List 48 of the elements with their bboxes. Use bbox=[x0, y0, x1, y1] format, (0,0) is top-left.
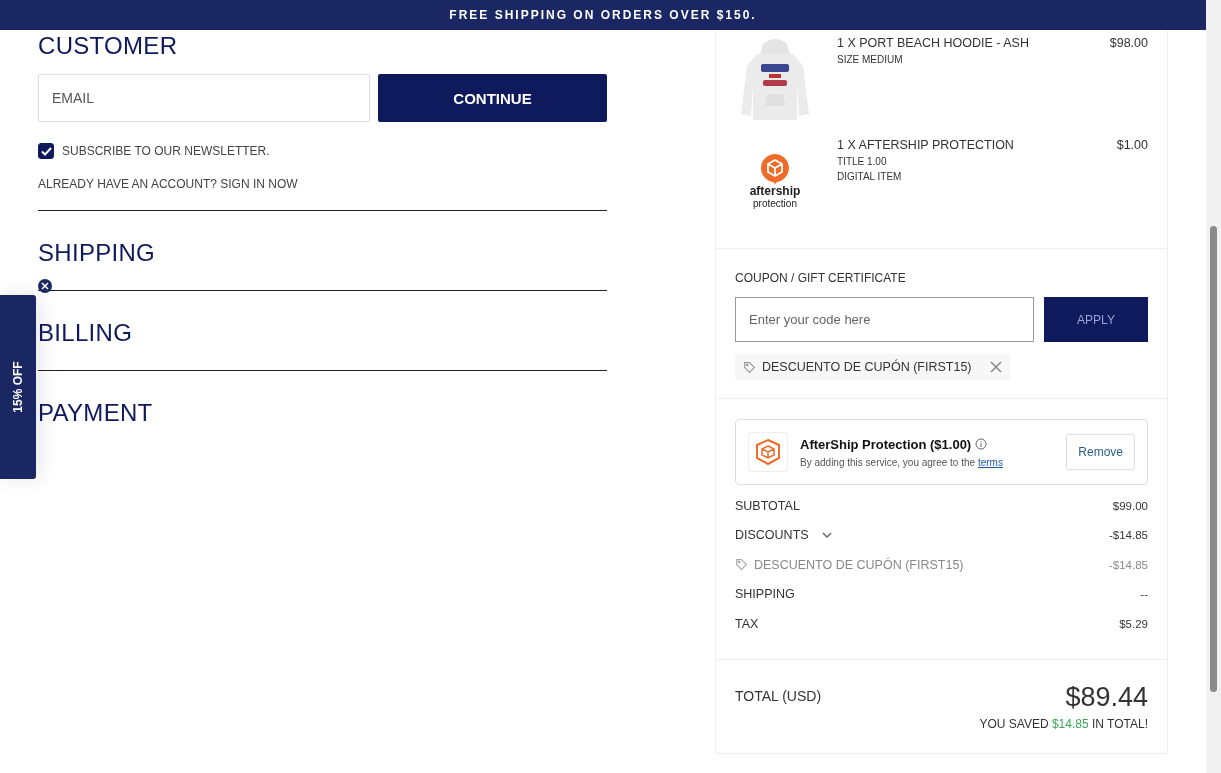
total-label: TOTAL (USD) bbox=[735, 687, 822, 706]
continue-button[interactable]: CONTINUE bbox=[378, 74, 607, 122]
shield-box-icon bbox=[748, 432, 788, 472]
logo-text: aftership bbox=[749, 184, 801, 199]
summary-value: $5.29 bbox=[1119, 617, 1148, 630]
coupon-label: COUPON / GIFT CERTIFICATE bbox=[735, 271, 907, 285]
announcement-banner: FREE SHIPPING ON ORDERS OVER $150. bbox=[0, 0, 1206, 30]
tag-icon bbox=[735, 558, 748, 572]
section-heading: CUSTOMER bbox=[38, 32, 179, 60]
checkbox[interactable] bbox=[38, 143, 54, 159]
summary-label: DISCOUNTS bbox=[735, 528, 809, 543]
discount-tab[interactable]: 15% OFF bbox=[0, 295, 36, 479]
item-price: $98.00 bbox=[1109, 36, 1148, 52]
total-amount: $89.44 bbox=[1065, 681, 1148, 713]
checkbox-label: SUBSCRIBE TO OUR NEWSLETTER. bbox=[62, 144, 270, 158]
email-field[interactable]: EMAIL bbox=[38, 74, 370, 122]
summary-value: $99.00 bbox=[1112, 499, 1148, 512]
summary-value: -$14.85 bbox=[1109, 529, 1148, 542]
section-heading: PAYMENT bbox=[38, 399, 154, 427]
aftership-logo-icon bbox=[760, 152, 790, 185]
coupon-field[interactable]: Enter your code here bbox=[735, 297, 1034, 342]
apply-button[interactable]: APPLY bbox=[1044, 297, 1148, 342]
summary-label: TAX bbox=[735, 616, 759, 631]
summary-value: -- bbox=[1140, 588, 1148, 601]
coupon-name: DESCUENTO DE CUPÓN (FIRST15) bbox=[762, 360, 972, 374]
section-heading: BILLING bbox=[38, 319, 134, 347]
protection-note: By adding this service, you agree to the terms bbox=[800, 456, 1004, 468]
info-icon[interactable] bbox=[975, 438, 988, 450]
scrollbar-thumb[interactable] bbox=[1210, 226, 1217, 692]
item-detail: DIGITAL ITEM bbox=[837, 171, 903, 182]
item-detail: TITLE 1.00 bbox=[837, 156, 888, 167]
savings-note: YOU SAVED $14.85 IN TOTAL! bbox=[979, 716, 1148, 731]
summary-label: DESCUENTO DE CUPÓN (FIRST15) bbox=[754, 557, 964, 572]
sign-in-link[interactable]: ALREADY HAVE AN ACCOUNT? SIGN IN NOW bbox=[38, 177, 607, 191]
close-icon[interactable] bbox=[38, 279, 52, 293]
summary-value: -$14.85 bbox=[1109, 558, 1148, 571]
item-price: $1.00 bbox=[1116, 138, 1148, 154]
item-title: 1 X AFTERSHIP PROTECTION bbox=[837, 138, 1015, 152]
summary-label: SHIPPING bbox=[735, 587, 795, 602]
summary-label: SUBTOTAL bbox=[735, 498, 800, 513]
terms-link[interactable]: terms bbox=[977, 456, 1003, 468]
logo-subtext: protection bbox=[753, 198, 797, 210]
tag-icon bbox=[743, 360, 756, 374]
section-heading: SHIPPING bbox=[38, 239, 157, 267]
protection-title: AfterShip Protection ($1.00) bbox=[800, 436, 972, 452]
item-detail: SIZE MEDIUM bbox=[837, 54, 904, 65]
item-title: 1 X PORT BEACH HOODIE - ASH bbox=[837, 36, 1030, 50]
remove-button[interactable]: Remove bbox=[1066, 434, 1135, 470]
